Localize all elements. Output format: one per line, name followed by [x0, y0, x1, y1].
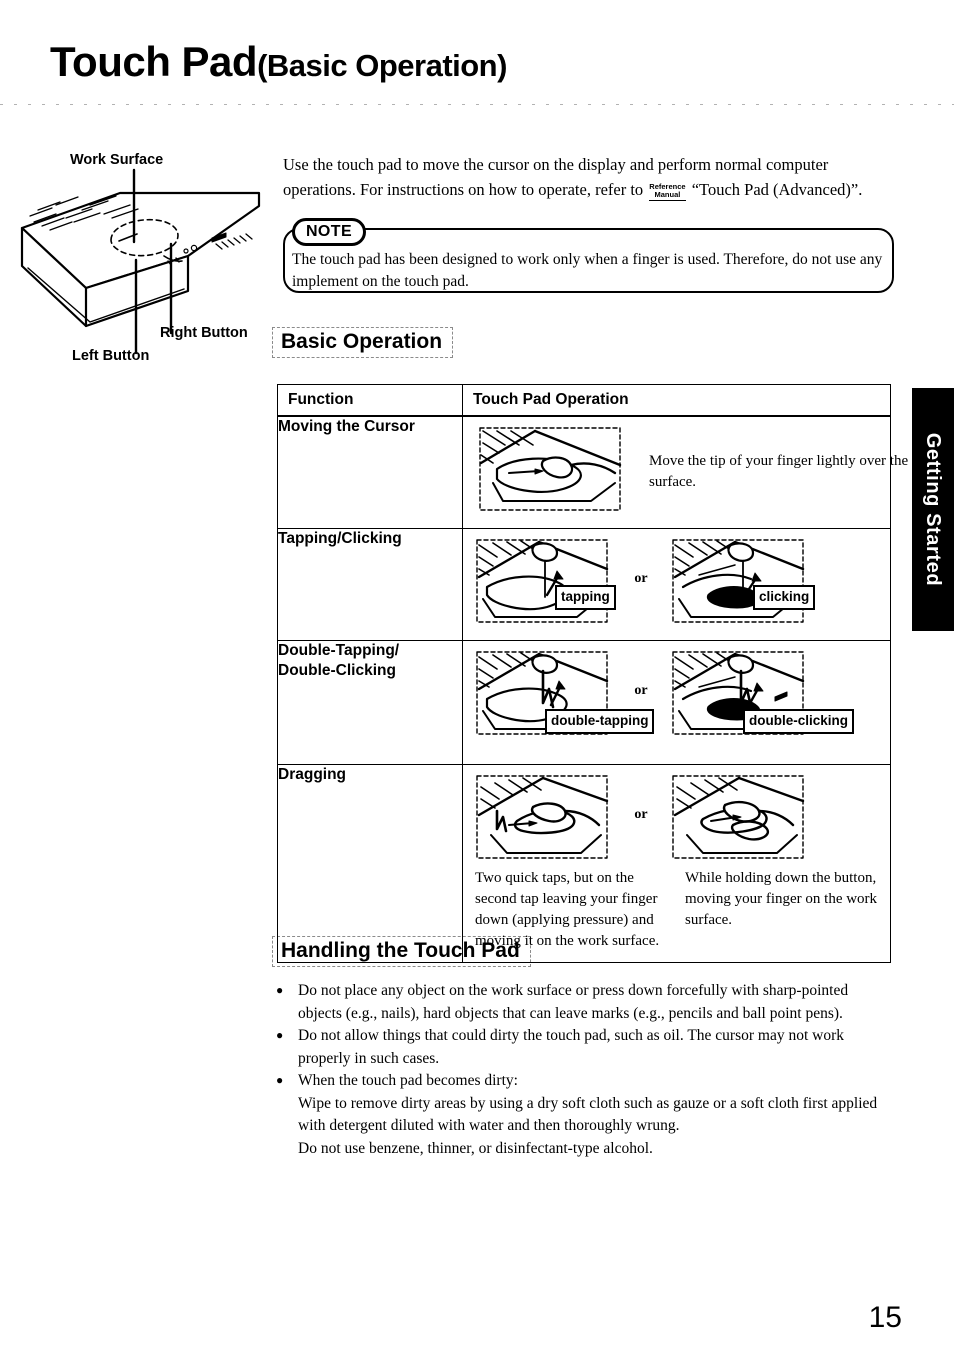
- intro-line-2-before: For instructions on how to operate, refe…: [359, 180, 644, 199]
- or-label-double-tapping-clicking: or: [634, 683, 648, 698]
- title-divider-rule: [0, 104, 954, 105]
- illustration-double-clicking: double-clicking: [669, 649, 855, 742]
- figure-label-right-button: Right Button: [160, 325, 248, 341]
- row-operation-tapping-clicking: tapping or clicking: [462, 528, 891, 641]
- handling-bullet-list: Do not place any object on the work surf…: [276, 979, 894, 1160]
- table-row: Moving the Cursor Move the tip of your f…: [277, 415, 908, 529]
- illustration-tapping: tapping: [473, 537, 616, 630]
- or-label-tapping-clicking: or: [634, 571, 648, 586]
- table-header-row: Function Touch Pad Operation: [277, 384, 891, 417]
- illustration-dragging-tap: [473, 773, 613, 866]
- list-item: Do not place any object on the work surf…: [276, 979, 894, 1025]
- row-function-tapping-clicking: Tapping/Clicking: [277, 528, 463, 641]
- callout-clicking: clicking: [753, 585, 816, 610]
- table-row: Dragging or Two quick taps, but on the s…: [277, 764, 891, 963]
- list-item: When the touch pad becomes dirty:: [276, 1069, 894, 1093]
- intro-paragraph: Use the touch pad to move the cursor on …: [283, 152, 900, 202]
- caption-moving-cursor: Move the tip of your finger lightly over…: [649, 453, 909, 490]
- laptop-illustration: Work Surface Right Button Left Button: [16, 148, 284, 373]
- section-heading-handling: Handling the Touch Pad: [272, 936, 531, 967]
- table-row: Double-Tapping/ Double-Clicking double-t…: [277, 640, 891, 765]
- side-tab-label: Getting Started: [922, 432, 944, 587]
- row-operation-moving-the-cursor: Move the tip of your finger lightly over…: [462, 415, 908, 529]
- intro-line-2-after: “Touch Pad (Advanced)”.: [691, 180, 863, 199]
- callout-tapping: tapping: [555, 585, 616, 610]
- row-operation-double-tapping-clicking: double-tapping or double-clicking: [462, 640, 891, 765]
- table-header-function: Function: [277, 384, 463, 417]
- row-function-double-tapping-clicking: Double-Tapping/ Double-Clicking: [277, 640, 463, 765]
- illustration-double-tapping: double-tapping: [473, 649, 655, 742]
- touchpad-operations-table: Function Touch Pad Operation Moving the …: [277, 384, 908, 963]
- table-row: Tapping/Clicking tapping or clicking: [277, 528, 891, 641]
- row-function-dragging: Dragging: [277, 764, 463, 963]
- page-title-main: Touch Pad: [50, 38, 258, 85]
- illustration-dragging-button: [669, 773, 809, 866]
- illustration-moving-cursor: [475, 425, 625, 518]
- row-function-moving-the-cursor: Moving the Cursor: [277, 415, 463, 529]
- figure-label-left-button: Left Button: [72, 348, 150, 364]
- or-label-dragging: or: [634, 807, 648, 822]
- table-header-operation: Touch Pad Operation: [462, 384, 891, 417]
- note-badge: NOTE: [292, 218, 366, 246]
- figure-label-work-surface: Work Surface: [70, 152, 164, 168]
- page-number: 15: [868, 1301, 902, 1334]
- page-title: Touch Pad(Basic Operation): [50, 38, 507, 86]
- row-operation-dragging: or Two quick taps, but on the second tap…: [462, 764, 891, 963]
- handling-sub-line: Do not use benzene, thinner, or disinfec…: [298, 1139, 653, 1157]
- reference-manual-icon: Reference Manual: [649, 182, 686, 201]
- caption-dragging-button: While holding down the button, moving yo…: [685, 870, 878, 928]
- reference-manual-icon-line2: Manual: [649, 190, 686, 201]
- row-function-line2: Double-Clicking: [278, 662, 396, 679]
- section-heading-basic-operation: Basic Operation: [272, 327, 454, 358]
- side-tab-getting-started: Getting Started: [912, 388, 954, 631]
- note-text: The touch pad has been designed to work …: [292, 251, 883, 290]
- callout-double-clicking: double-clicking: [743, 709, 855, 734]
- illustration-clicking: clicking: [669, 537, 816, 630]
- handling-sub-line: Wipe to remove dirty areas by using a dr…: [298, 1094, 878, 1135]
- list-item: Do not allow things that could dirty the…: [276, 1024, 894, 1070]
- callout-double-tapping: double-tapping: [545, 709, 655, 734]
- page-title-sub: (Basic Operation): [257, 48, 507, 83]
- row-function-line1: Double-Tapping/: [278, 642, 400, 659]
